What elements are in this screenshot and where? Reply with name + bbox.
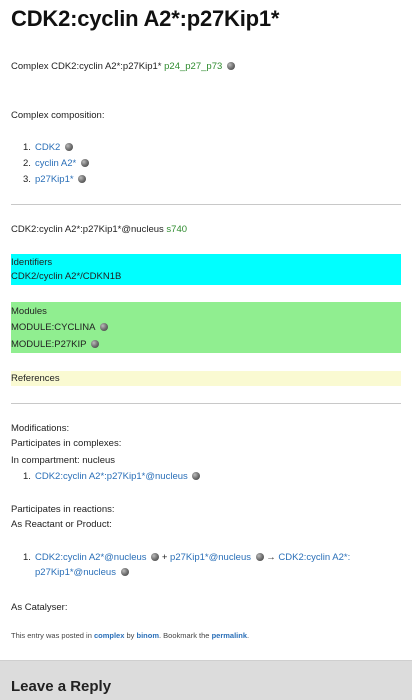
reactant-link-2[interactable]: p27Kip1*@nucleus xyxy=(170,552,251,563)
reply-heading: Leave a Reply xyxy=(11,678,112,695)
product-link[interactable]: CDK2:cyclin A2*: xyxy=(278,552,350,563)
divider xyxy=(11,403,401,404)
composition-link-p27kip1[interactable]: p27Kip1* xyxy=(35,174,74,185)
author-link[interactable]: binom xyxy=(137,631,160,640)
species-name: CDK2:cyclin A2*:p27Kip1*@nucleus xyxy=(11,224,164,235)
module-item-p27kip: MODULE:P27KIP xyxy=(11,338,99,351)
composition-link-cdk2[interactable]: CDK2 xyxy=(35,142,60,153)
reactant-product-label: As Reactant or Product: xyxy=(11,519,112,530)
bubble-icon[interactable] xyxy=(120,568,129,576)
complexes-list: 1. CDK2:cyclin A2*:p27Kip1*@nucleus xyxy=(11,470,391,483)
catalyser-label: As Catalyser: xyxy=(11,602,68,613)
list-item: 1. CDK2:cyclin A2*:p27Kip1*@nucleus xyxy=(11,470,391,483)
modules-heading: Modules xyxy=(11,306,47,317)
composition-list: 1. CDK2 2. cyclin A2* 3. p27Kip1* xyxy=(11,141,311,189)
bubble-icon[interactable] xyxy=(255,553,264,561)
list-item: 1. CDK2:cyclin A2*@nucleus + p27Kip1*@nu… xyxy=(23,552,351,578)
list-item: 2. cyclin A2* xyxy=(11,157,311,173)
modifications-label: Modifications: xyxy=(11,423,70,434)
reply-section: Leave a Reply xyxy=(0,660,412,700)
bubble-icon[interactable] xyxy=(226,62,235,70)
module-item-cyclina: MODULE:CYCLINA xyxy=(11,321,108,334)
complex-name: Complex CDK2:cyclin A2*:p27Kip1* xyxy=(11,61,162,72)
bubble-icon[interactable] xyxy=(90,340,99,348)
composition-link-cyclin-a2[interactable]: cyclin A2* xyxy=(35,158,76,169)
modules-section: Modules MODULE:CYCLINA MODULE:P27KIP xyxy=(11,302,401,353)
identifiers-heading: Identifiers xyxy=(11,257,53,268)
divider xyxy=(11,204,401,205)
arrow-icon: → xyxy=(266,552,276,563)
bubble-icon[interactable] xyxy=(80,159,89,167)
complex-link[interactable]: CDK2:cyclin A2*:p27Kip1*@nucleus xyxy=(35,471,188,482)
references-section: References xyxy=(11,371,401,386)
reactant-link-1[interactable]: CDK2:cyclin A2*@nucleus xyxy=(35,552,147,563)
species-id-link[interactable]: s740 xyxy=(166,224,187,235)
species-line: CDK2:cyclin A2*:p27Kip1*@nucleus s740 xyxy=(11,223,187,236)
participates-complexes-label: Participates in complexes: xyxy=(11,438,122,449)
references-heading: References xyxy=(11,373,60,384)
product-link-cont[interactable]: p27Kip1*@nucleus xyxy=(35,567,116,578)
complex-line: Complex CDK2:cyclin A2*:p27Kip1* p24_p27… xyxy=(11,60,235,73)
composition-heading: Complex composition: xyxy=(11,110,105,121)
bubble-icon[interactable] xyxy=(192,472,201,480)
bubble-icon[interactable] xyxy=(99,323,108,331)
post-meta: This entry was posted in complex by bino… xyxy=(11,631,250,640)
identifiers-section: Identifiers CDK2/cyclin A2*/CDKN1B xyxy=(11,254,401,285)
identifiers-value: CDK2/cyclin A2*/CDKN1B xyxy=(11,271,122,282)
list-item: 3. p27Kip1* xyxy=(11,173,311,189)
permalink-link[interactable]: permalink xyxy=(212,631,247,640)
plus-sign: + xyxy=(161,552,168,563)
reactions-list: 1. CDK2:cyclin A2*@nucleus + p27Kip1*@nu… xyxy=(11,551,403,579)
compartment-label: In compartment: nucleus xyxy=(11,455,116,466)
bubble-icon[interactable] xyxy=(78,175,87,183)
page: CDK2:cyclin A2*:p27Kip1* Complex CDK2:cy… xyxy=(0,0,412,700)
bubble-icon[interactable] xyxy=(64,143,73,151)
bubble-icon[interactable] xyxy=(151,553,160,561)
category-link[interactable]: complex xyxy=(94,631,124,640)
complex-id-link[interactable]: p24_p27_p73 xyxy=(164,61,222,72)
page-title: CDK2:cyclin A2*:p27Kip1* xyxy=(11,6,280,31)
list-item: 1. CDK2 xyxy=(11,141,311,157)
participates-reactions-label: Participates in reactions: xyxy=(11,504,115,515)
